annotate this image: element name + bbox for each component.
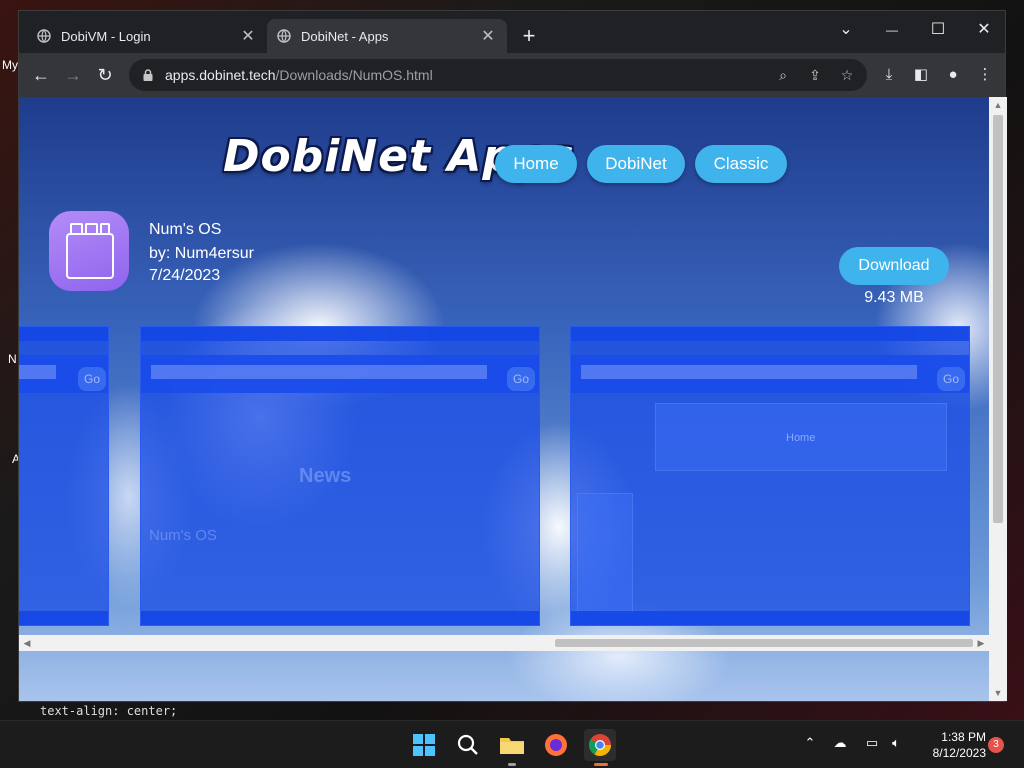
new-tab-button[interactable]: +: [517, 25, 541, 47]
app-screenshot[interactable]: Go News Num's OS: [140, 326, 540, 626]
go-button: Go: [507, 367, 535, 391]
file-size: 9.43 MB: [864, 289, 924, 306]
tab-title: DobiVM - Login: [61, 28, 151, 44]
scroll-up-icon[interactable]: ▲: [989, 97, 1007, 113]
firefox-button[interactable]: [540, 729, 572, 761]
address-bar[interactable]: apps.dobinet.tech/Downloads/NumOS.html ⌕…: [129, 59, 867, 91]
tab-dobinet-apps[interactable]: DobiNet - Apps ✕: [267, 19, 507, 53]
notification-badge[interactable]: 3: [988, 737, 1004, 753]
url-host: apps.dobinet.tech: [165, 67, 276, 83]
nav-home-button[interactable]: Home: [495, 145, 577, 183]
browser-toolbar: ← → ↻ apps.dobinet.tech/Downloads/NumOS.…: [19, 53, 1005, 97]
ghost-home-panel: Home: [655, 403, 947, 471]
bookmark-star-icon[interactable]: ☆: [837, 65, 857, 85]
menu-kebab-icon[interactable]: ⋮: [973, 63, 997, 87]
app-screenshot[interactable]: Go Home: [570, 326, 970, 626]
taskbar-search-button[interactable]: [452, 729, 484, 761]
forward-arrow-icon[interactable]: →: [61, 63, 85, 87]
tab-strip: DobiVM - Login ✕ DobiNet - Apps ✕ + ⌄ — …: [19, 11, 1005, 53]
browser-window: DobiVM - Login ✕ DobiNet - Apps ✕ + ⌄ — …: [18, 10, 1007, 702]
chrome-button[interactable]: [584, 729, 616, 761]
close-icon[interactable]: ✕: [239, 26, 257, 46]
search-icon: [457, 734, 478, 755]
app-date: 7/24/2023: [149, 267, 221, 284]
taskbar-clock[interactable]: 1:38 PM 8/12/2023: [912, 729, 986, 761]
go-button: Go: [78, 367, 106, 391]
clock-time: 1:38 PM: [941, 730, 986, 744]
vertical-scroll-thumb[interactable]: [993, 115, 1003, 523]
app-author: by: Num4ersur: [149, 245, 254, 262]
lock-icon: [143, 69, 153, 81]
url-path: /Downloads/NumOS.html: [275, 67, 433, 83]
minimize-button[interactable]: —: [869, 15, 915, 45]
app-icon: [49, 211, 129, 291]
show-hidden-icons-chevron[interactable]: ⌃: [800, 735, 820, 751]
reload-icon[interactable]: ↻: [93, 63, 117, 87]
close-icon[interactable]: ✕: [479, 26, 497, 46]
profile-icon[interactable]: ●: [941, 63, 965, 87]
app-screenshot[interactable]: Go: [19, 326, 109, 626]
chrome-icon: [589, 734, 611, 756]
tab-dobivm-login[interactable]: DobiVM - Login ✕: [27, 19, 267, 53]
app-name: Num's OS: [149, 221, 222, 238]
side-panel-icon[interactable]: ◧: [909, 63, 933, 87]
editor-peek-text: text-align: center;: [40, 704, 178, 718]
vertical-scrollbar[interactable]: ▲ ▼: [989, 97, 1007, 701]
clock-date: 8/12/2023: [932, 746, 986, 760]
ghost-news-text: News: [299, 465, 352, 487]
ghost-app-title: Num's OS: [149, 527, 217, 544]
zoom-search-icon[interactable]: ⌕: [773, 65, 793, 85]
globe-icon: [277, 29, 291, 43]
globe-icon: [37, 29, 51, 43]
scroll-down-icon[interactable]: ▼: [989, 685, 1007, 701]
start-button[interactable]: [408, 729, 440, 761]
nav-classic-button[interactable]: Classic: [695, 145, 787, 183]
download-button[interactable]: Download: [839, 247, 949, 285]
maximize-button[interactable]: ☐: [915, 15, 961, 45]
tab-title: DobiNet - Apps: [301, 28, 389, 44]
folder-icon: [500, 738, 524, 754]
go-button: Go: [937, 367, 965, 391]
desktop-label-my: My: [2, 58, 18, 72]
page-viewport: DobiNet Apps Home DobiNet Classic Num's …: [19, 97, 989, 701]
scroll-left-icon[interactable]: ◀: [19, 635, 35, 651]
back-arrow-icon[interactable]: ←: [29, 63, 53, 87]
network-icon[interactable]: ▭: [862, 735, 882, 751]
taskbar: ⌃ ☁ ▭ 🔈︎ 1:38 PM 8/12/2023 3: [0, 720, 1024, 768]
share-icon[interactable]: ⇪: [805, 65, 825, 85]
tab-search-icon[interactable]: ⌄: [823, 15, 869, 45]
scroll-right-icon[interactable]: ▶: [973, 635, 989, 651]
desktop-label-n: N: [8, 352, 17, 366]
firefox-icon: [545, 734, 567, 756]
download-icon[interactable]: ⤓: [877, 63, 901, 87]
file-explorer-button[interactable]: [496, 729, 528, 761]
windows-logo-icon: [413, 734, 435, 756]
close-window-button[interactable]: ✕: [961, 15, 1007, 45]
onedrive-cloud-icon[interactable]: ☁: [830, 735, 850, 751]
volume-icon[interactable]: 🔈︎: [886, 735, 906, 751]
ghost-home-label: Home: [786, 432, 816, 444]
horizontal-scroll-thumb[interactable]: [555, 639, 973, 647]
horizontal-scrollbar[interactable]: ◀ ▶: [19, 635, 989, 651]
nav-dobinet-button[interactable]: DobiNet: [587, 145, 685, 183]
